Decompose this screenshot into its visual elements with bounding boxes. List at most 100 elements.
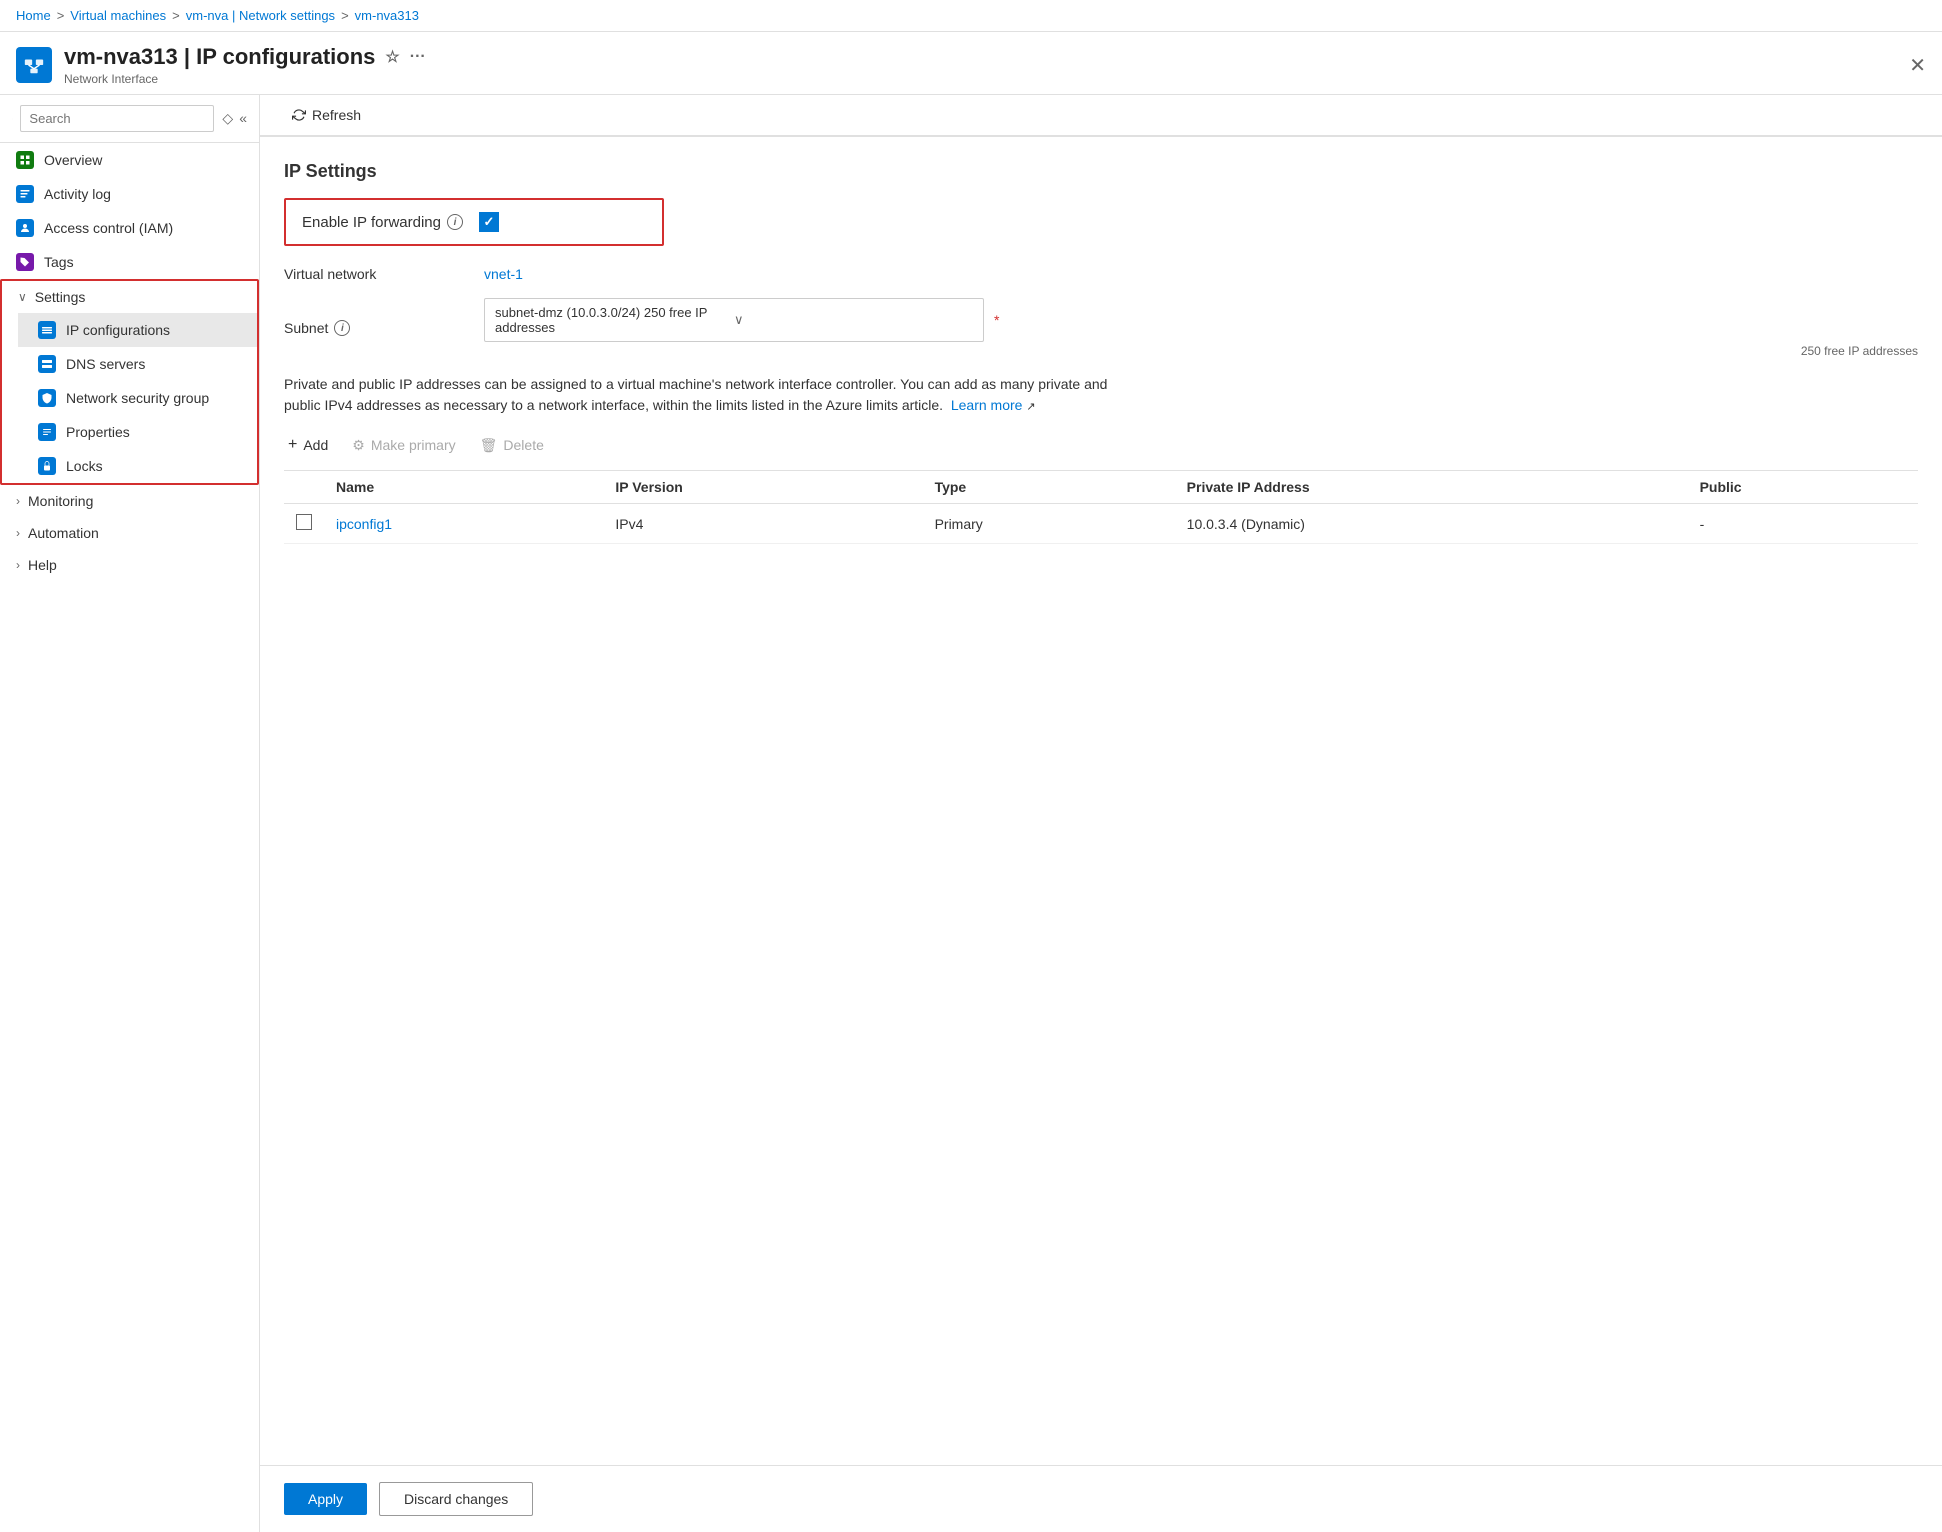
- settings-section-header[interactable]: ∨ Settings: [2, 281, 257, 313]
- help-label: Help: [28, 557, 57, 573]
- monitoring-chevron: ›: [16, 494, 20, 508]
- settings-chevron: ∨: [18, 290, 27, 304]
- col-public: Public: [1688, 471, 1918, 504]
- make-primary-button[interactable]: ⚙ Make primary: [348, 433, 459, 458]
- dns-icon: [38, 355, 56, 373]
- bottom-bar: Apply Discard changes: [260, 1465, 1942, 1532]
- help-chevron: ›: [16, 558, 20, 572]
- row-checkbox[interactable]: [296, 514, 312, 530]
- filter-icon[interactable]: ◇: [222, 110, 233, 127]
- breadcrumb-network-settings[interactable]: vm-nva | Network settings: [186, 8, 335, 23]
- breadcrumb-home[interactable]: Home: [16, 8, 51, 23]
- overview-svg: [19, 154, 31, 166]
- virtual-network-link[interactable]: vnet-1: [484, 266, 523, 282]
- delete-label: Delete: [503, 437, 543, 453]
- discard-button[interactable]: Discard changes: [379, 1482, 533, 1516]
- sidebar-monitoring[interactable]: › Monitoring: [0, 485, 259, 517]
- breadcrumb-sep3: >: [341, 8, 349, 23]
- sidebar-item-activity-log[interactable]: Activity log: [0, 177, 259, 211]
- add-button[interactable]: + Add: [284, 432, 332, 458]
- breadcrumb-sep2: >: [172, 8, 180, 23]
- add-label: Add: [303, 437, 328, 453]
- automation-label: Automation: [28, 525, 99, 541]
- sidebar-item-tags-label: Tags: [44, 254, 74, 270]
- col-type: Type: [923, 471, 1175, 504]
- content-body: IP Settings Enable IP forwarding i Virtu…: [260, 137, 1942, 1465]
- virtual-network-label: Virtual network: [284, 266, 484, 282]
- close-icon[interactable]: ✕: [1909, 53, 1926, 78]
- subnet-info-icon[interactable]: i: [334, 320, 350, 336]
- sidebar-item-nsg[interactable]: Network security group: [18, 381, 257, 415]
- breadcrumb-vms[interactable]: Virtual machines: [70, 8, 166, 23]
- subnet-label-text: Subnet: [284, 320, 328, 336]
- row-checkbox-cell: [284, 504, 324, 544]
- row-type: Primary: [923, 504, 1175, 544]
- search-box: ◇ «: [0, 95, 259, 143]
- delete-icon: 🗑: [480, 437, 498, 454]
- add-icon: +: [288, 436, 297, 454]
- page-icon: [16, 47, 52, 83]
- sidebar-automation[interactable]: › Automation: [0, 517, 259, 549]
- nsg-icon: [38, 389, 56, 407]
- search-input[interactable]: [20, 105, 214, 132]
- breadcrumb: Home > Virtual machines > vm-nva | Netwo…: [0, 0, 1942, 32]
- sidebar-item-iam[interactable]: Access control (IAM): [0, 211, 259, 245]
- settings-label: Settings: [35, 289, 86, 305]
- locks-icon: [38, 457, 56, 475]
- sidebar-item-activity-label: Activity log: [44, 186, 111, 202]
- sidebar-item-overview[interactable]: Overview: [0, 143, 259, 177]
- tags-svg: [19, 256, 31, 268]
- dns-svg: [41, 358, 53, 370]
- activity-log-icon: [16, 185, 34, 203]
- automation-chevron: ›: [16, 526, 20, 540]
- table-toolbar: + Add ⚙ Make primary 🗑 Delete: [284, 432, 1918, 458]
- refresh-label: Refresh: [312, 107, 361, 123]
- overview-icon: [16, 151, 34, 169]
- favorite-icon[interactable]: ☆: [385, 47, 399, 67]
- more-options-icon[interactable]: ···: [410, 48, 426, 66]
- network-interface-icon: [23, 54, 45, 76]
- sidebar-item-ip-configurations[interactable]: IP configurations: [18, 313, 257, 347]
- subnet-row: Subnet i subnet-dmz (10.0.3.0/24) 250 fr…: [284, 298, 1918, 358]
- delete-button[interactable]: 🗑 Delete: [476, 433, 548, 458]
- ip-config-table: Name IP Version Type Private IP Address …: [284, 471, 1918, 544]
- iam-svg: [19, 222, 31, 234]
- ip-forwarding-label: Enable IP forwarding i: [302, 214, 463, 231]
- ipconfig-link[interactable]: ipconfig1: [336, 516, 392, 532]
- subnet-select-value: subnet-dmz (10.0.3.0/24) 250 free IP add…: [495, 305, 734, 335]
- sidebar-item-properties[interactable]: Properties: [18, 415, 257, 449]
- subnet-select[interactable]: subnet-dmz (10.0.3.0/24) 250 free IP add…: [484, 298, 984, 342]
- collapse-icon[interactable]: «: [239, 110, 247, 127]
- properties-svg: [41, 426, 53, 438]
- toolbar: Refresh: [260, 95, 1942, 136]
- sidebar-item-locks[interactable]: Locks: [18, 449, 257, 483]
- page-header: vm-nva313 | IP configurations ☆ ··· Netw…: [0, 32, 1942, 95]
- locks-svg: [41, 460, 53, 472]
- sidebar-item-dns-servers[interactable]: DNS servers: [18, 347, 257, 381]
- row-public: -: [1688, 504, 1918, 544]
- page-title-text: vm-nva313 | IP configurations: [64, 44, 375, 70]
- breadcrumb-sep1: >: [57, 8, 65, 23]
- ip-config-icon: [38, 321, 56, 339]
- breadcrumb-vm-nva313[interactable]: vm-nva313: [355, 8, 419, 23]
- page-subtitle: Network Interface: [64, 72, 1909, 86]
- sidebar-item-tags[interactable]: Tags: [0, 245, 259, 279]
- nsg-svg: [41, 392, 53, 404]
- ip-forwarding-info-icon[interactable]: i: [447, 214, 463, 230]
- iam-icon: [16, 219, 34, 237]
- ip-forwarding-row: Enable IP forwarding i: [284, 198, 664, 246]
- ip-forwarding-checkbox[interactable]: [479, 212, 499, 232]
- properties-icon: [38, 423, 56, 441]
- refresh-button[interactable]: Refresh: [284, 103, 369, 127]
- learn-more-link[interactable]: Learn more: [951, 397, 1023, 413]
- sidebar-help[interactable]: › Help: [0, 549, 259, 581]
- row-private-ip: 10.0.3.4 (Dynamic): [1175, 504, 1688, 544]
- activity-svg: [19, 188, 31, 200]
- col-private-ip: Private IP Address: [1175, 471, 1688, 504]
- make-primary-label: Make primary: [371, 437, 456, 453]
- sidebar-item-iam-label: Access control (IAM): [44, 220, 173, 236]
- sidebar-item-overview-label: Overview: [44, 152, 102, 168]
- nav-overview: Overview Activity log Access control (IA…: [0, 143, 259, 279]
- apply-button[interactable]: Apply: [284, 1483, 367, 1515]
- section-title: IP Settings: [284, 161, 1918, 182]
